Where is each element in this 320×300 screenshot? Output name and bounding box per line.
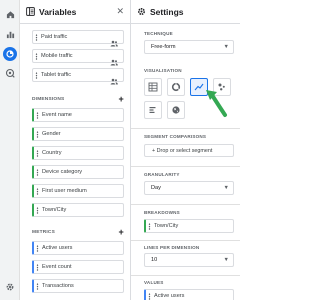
drag-handle-icon[interactable] (148, 223, 151, 230)
dimensions-heading: DIMENSIONS + (20, 94, 130, 107)
values-chip[interactable]: Active users (144, 289, 234, 300)
segment-chip[interactable]: Tablet traffic (32, 68, 124, 85)
metric-chip[interactable]: Event count (32, 260, 124, 274)
dimension-chip[interactable]: Country (32, 146, 124, 160)
lines-per-dimension-value: 10 (151, 257, 158, 263)
dimension-chip[interactable]: Town/City (32, 203, 124, 217)
geo-map-icon[interactable] (167, 101, 185, 119)
drop-segment-button[interactable]: + Drop or select segment (144, 144, 234, 157)
drag-handle-icon[interactable] (148, 293, 151, 300)
technique-dropdown[interactable]: Free-form ▼ (144, 40, 234, 54)
admin-gear-icon[interactable] (3, 280, 17, 294)
drag-handle-icon[interactable] (36, 131, 39, 138)
drag-handle-icon[interactable] (36, 150, 39, 157)
table-viz-icon[interactable] (144, 78, 162, 96)
breakdown-chip[interactable]: Town/City (144, 219, 234, 233)
segment-label: Mobile traffic (41, 53, 73, 59)
annotation-arrow-icon (206, 90, 227, 117)
settings-gear-icon (137, 3, 146, 21)
technique-value: Free-form (151, 44, 176, 50)
variables-header: Variables ✕ (20, 0, 130, 24)
drag-handle-icon[interactable] (36, 112, 39, 119)
settings-panel: Settings TECHNIQUE Free-form ▼ VISUALISA… (131, 0, 240, 300)
dimension-label: Event name (42, 112, 72, 118)
dimensions-heading-label: DIMENSIONS (32, 97, 65, 102)
dimension-label: First user medium (42, 188, 87, 194)
metric-label: Event count (42, 264, 72, 270)
advertising-icon[interactable] (3, 66, 17, 80)
drag-handle-icon[interactable] (36, 188, 39, 195)
dimension-label: Gender (42, 131, 61, 137)
add-metric-icon[interactable]: + (119, 227, 124, 237)
variables-panel: Variables ✕ Paid traffic Mobile traffic … (20, 0, 131, 300)
dimension-chip[interactable]: Gender (32, 127, 124, 141)
metrics-heading-label: METRICS (32, 230, 55, 235)
variables-panel-icon (26, 3, 35, 21)
dimension-label: Country (42, 150, 62, 156)
settings-title: Settings (150, 6, 184, 17)
segment-users-icon (110, 72, 118, 90)
variables-title: Variables (39, 6, 77, 17)
dimension-chip[interactable]: Device category (32, 165, 124, 179)
donut-chart-icon[interactable] (167, 78, 185, 96)
dimension-label: Town/City (42, 207, 67, 213)
metric-chip[interactable]: Transactions (32, 279, 124, 293)
lines-per-dimension-dropdown[interactable]: 10 ▼ (144, 253, 234, 267)
close-icon[interactable]: ✕ (116, 6, 124, 17)
nav-rail (0, 0, 20, 300)
dimension-chip[interactable]: Event name (32, 108, 124, 122)
metrics-heading: METRICS + (20, 227, 130, 240)
settings-header: Settings (131, 0, 240, 24)
drag-handle-icon[interactable] (36, 207, 39, 214)
segment-label: Paid traffic (41, 34, 68, 40)
breakdown-label: Town/City (154, 223, 179, 229)
chevron-down-icon: ▼ (223, 257, 229, 263)
metric-label: Active users (42, 245, 73, 251)
drag-handle-icon[interactable] (35, 53, 38, 60)
metric-label: Transactions (42, 283, 74, 289)
chevron-down-icon: ▼ (223, 44, 229, 50)
drag-handle-icon[interactable] (36, 283, 39, 290)
metric-chip[interactable]: Active users (32, 241, 124, 255)
granularity-value: Day (151, 185, 161, 191)
dimension-chip[interactable]: First user medium (32, 184, 124, 198)
drag-handle-icon[interactable] (36, 245, 39, 252)
chevron-down-icon: ▼ (223, 185, 229, 191)
segment-label: Tablet traffic (41, 72, 72, 78)
drag-handle-icon[interactable] (36, 169, 39, 176)
bar-chart-icon[interactable] (144, 101, 162, 119)
granularity-dropdown[interactable]: Day ▼ (144, 181, 234, 195)
reports-icon[interactable] (3, 27, 17, 41)
add-dimension-icon[interactable]: + (119, 94, 124, 104)
drag-handle-icon[interactable] (36, 264, 39, 271)
dimension-label: Device category (42, 169, 83, 175)
segment-chip[interactable]: Mobile traffic (32, 49, 124, 66)
explore-icon[interactable] (3, 47, 17, 61)
home-icon[interactable] (3, 7, 17, 21)
values-label-text: Active users (154, 293, 185, 299)
drag-handle-icon[interactable] (35, 72, 38, 79)
drag-handle-icon[interactable] (35, 34, 38, 41)
segment-chip[interactable]: Paid traffic (32, 30, 124, 47)
